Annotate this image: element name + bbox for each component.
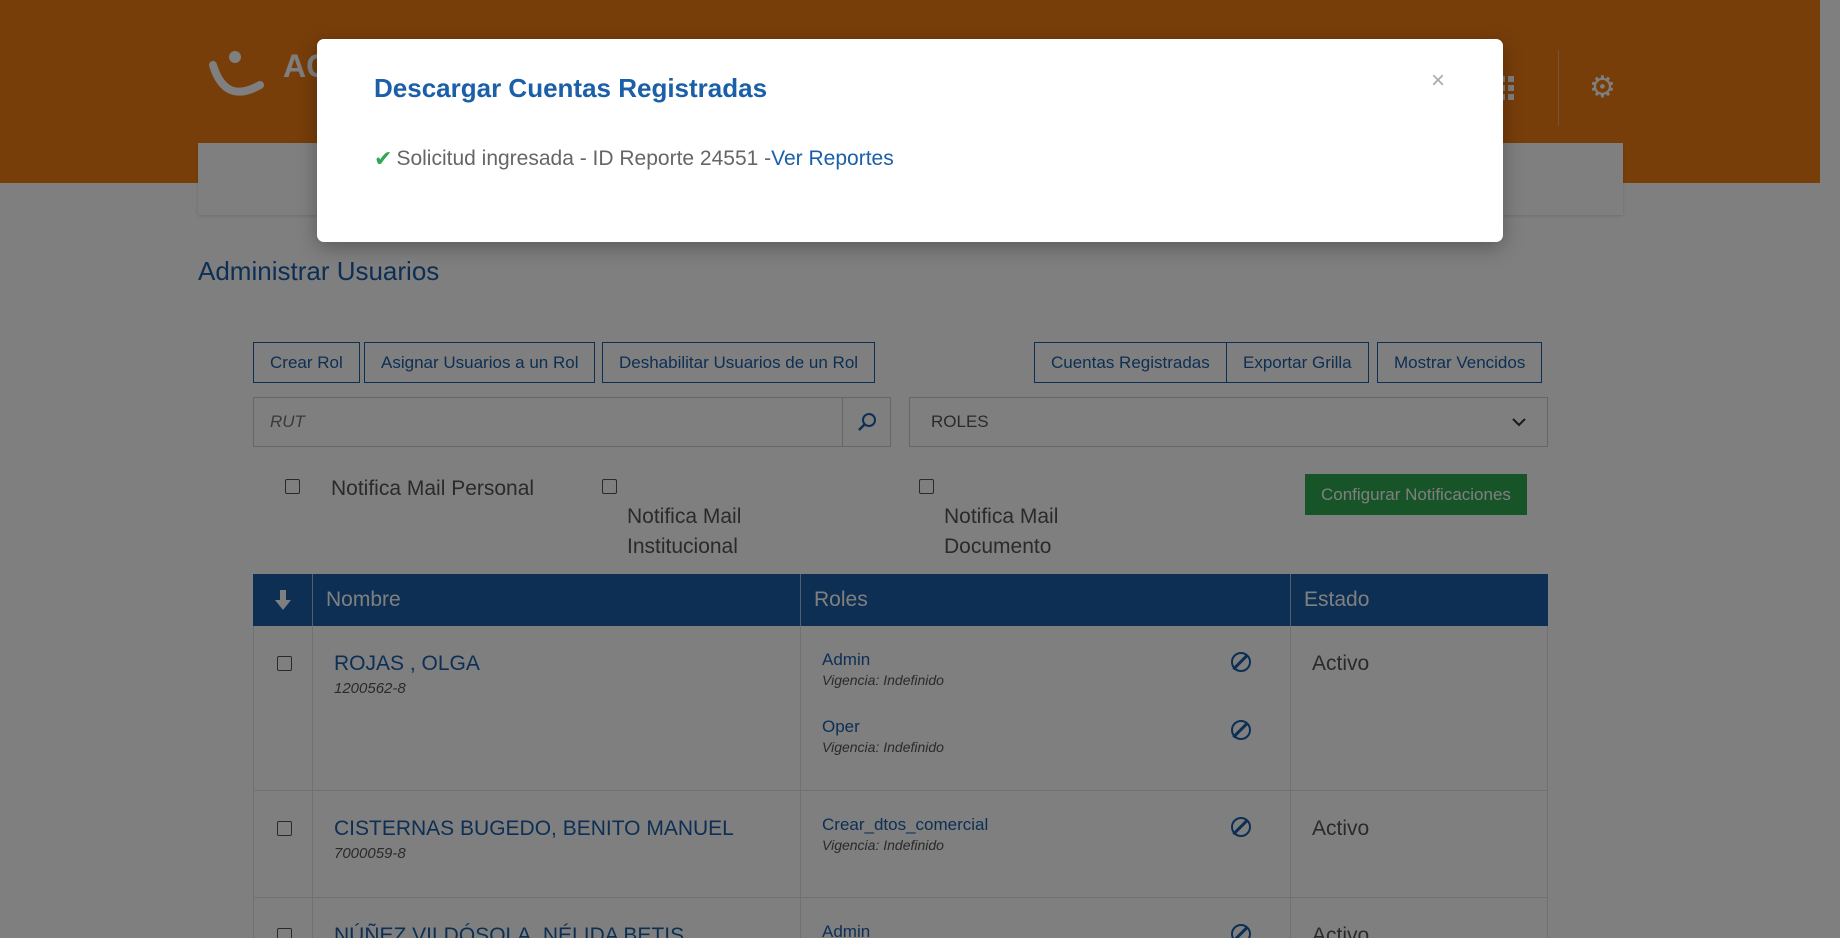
ver-reportes-link[interactable]: Ver Reportes (771, 147, 894, 171)
close-icon[interactable]: × (1431, 67, 1445, 95)
check-icon: ✔ (374, 146, 393, 171)
modal-title: Descargar Cuentas Registradas (374, 73, 768, 103)
modal-message-text: Solicitud ingresada - ID Reporte 24551 - (396, 147, 772, 170)
modal-message: ✔ Solicitud ingresada - ID Reporte 24551… (374, 146, 894, 172)
download-modal: Descargar Cuentas Registradas × ✔ Solici… (317, 39, 1503, 242)
